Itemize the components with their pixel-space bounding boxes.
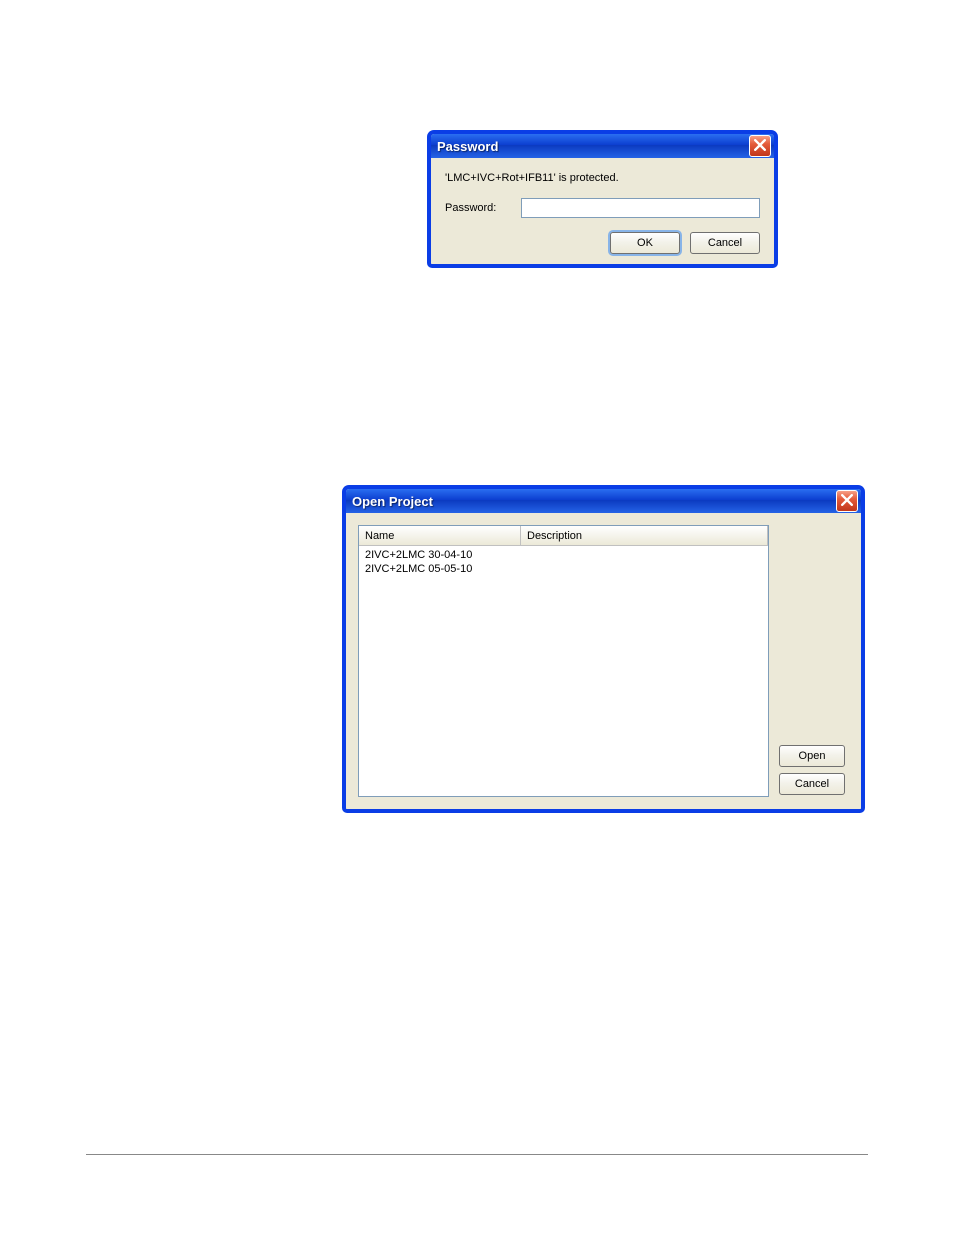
open-project-side-buttons: Open Cancel xyxy=(779,525,849,797)
password-titlebar[interactable]: Password xyxy=(431,134,774,158)
project-list[interactable]: Name Description 2IVC+2LMC 30-04-10 2IVC… xyxy=(358,525,769,797)
footer-divider xyxy=(86,1154,868,1155)
column-header-description[interactable]: Description xyxy=(521,526,768,545)
column-header-name[interactable]: Name xyxy=(359,526,521,545)
close-button[interactable] xyxy=(749,135,771,157)
project-list-body: 2IVC+2LMC 30-04-10 2IVC+2LMC 05-05-10 xyxy=(359,546,768,576)
close-icon xyxy=(841,494,853,509)
open-project-titlebar[interactable]: Open Project xyxy=(346,489,861,513)
list-item[interactable]: 2IVC+2LMC 30-04-10 xyxy=(359,548,768,562)
open-project-dialog-title: Open Project xyxy=(352,494,433,509)
open-button[interactable]: Open xyxy=(779,745,845,767)
password-dialog: Password 'LMC+IVC+Rot+IFB11' is protecte… xyxy=(428,131,777,267)
password-dialog-body: 'LMC+IVC+Rot+IFB11' is protected. Passwo… xyxy=(431,158,774,264)
password-dialog-title: Password xyxy=(437,139,498,154)
ok-button[interactable]: OK xyxy=(610,232,680,254)
project-list-header: Name Description xyxy=(359,526,768,546)
cancel-button[interactable]: Cancel xyxy=(690,232,760,254)
close-icon xyxy=(754,139,766,154)
password-message: 'LMC+IVC+Rot+IFB11' is protected. xyxy=(445,172,760,184)
password-input[interactable] xyxy=(521,198,760,218)
close-button[interactable] xyxy=(836,490,858,512)
password-row: Password: xyxy=(445,198,760,218)
list-item[interactable]: 2IVC+2LMC 05-05-10 xyxy=(359,562,768,576)
password-button-row: OK Cancel xyxy=(445,232,760,254)
password-label: Password: xyxy=(445,202,521,214)
open-project-body: Name Description 2IVC+2LMC 30-04-10 2IVC… xyxy=(346,513,861,809)
open-project-dialog: Open Project Name Description 2IVC+2LMC … xyxy=(343,486,864,812)
cancel-button[interactable]: Cancel xyxy=(779,773,845,795)
